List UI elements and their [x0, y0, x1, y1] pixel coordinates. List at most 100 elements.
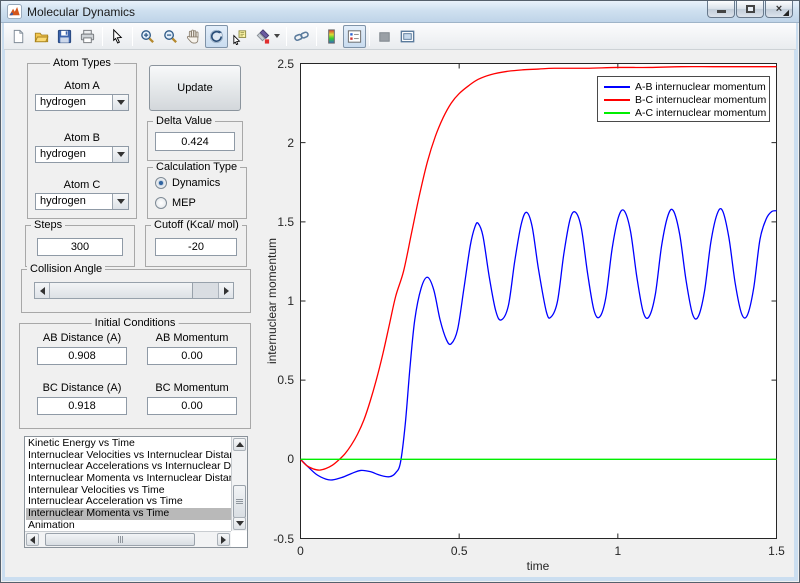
scroll-right-button[interactable] [217, 533, 230, 546]
toolbar-overflow-icon[interactable]: ◢ [783, 9, 789, 17]
axes-box [300, 63, 777, 539]
thumb-grip-icon [236, 499, 243, 504]
open-file-button[interactable] [30, 25, 53, 48]
open-folder-icon [34, 32, 49, 42]
list-item[interactable]: Internuclear Momenta vs Internuclear Dis… [26, 473, 231, 485]
window-frame-left [2, 23, 5, 581]
list-item[interactable]: Kinetic Energy vs Time [26, 438, 231, 450]
vertical-scrollbar[interactable] [231, 437, 247, 531]
list-item[interactable]: Internuclear Momenta vs Time [26, 508, 231, 520]
maximize-button[interactable] [736, 1, 764, 18]
print-button[interactable] [76, 25, 99, 48]
calculation-type-panel: Calculation Type [147, 161, 247, 219]
initial-conditions-title: Initial Conditions [91, 317, 179, 330]
app-window: Molecular Dynamics × ◢ Atom Types Atom A… [0, 0, 800, 583]
collision-angle-slider[interactable] [34, 282, 234, 299]
legend-label: B-C internuclear momentum [635, 93, 767, 106]
rotate-3d-button[interactable] [205, 24, 228, 48]
atom-b-label: Atom B [63, 132, 101, 144]
slider-thumb[interactable] [50, 283, 193, 298]
edit-plot-button[interactable] [106, 25, 129, 48]
y-tick-label: 1.5 [277, 214, 294, 229]
arrow-right-icon [221, 535, 226, 544]
cutoff-field[interactable]: -20 [155, 238, 237, 256]
y-tick-label: 0 [287, 452, 294, 467]
legend-icon [347, 29, 362, 43]
delta-value-field[interactable]: 0.424 [155, 132, 235, 151]
scroll-up-button[interactable] [233, 438, 246, 451]
insert-colorbar-button[interactable] [320, 25, 343, 48]
data-cursor-button[interactable] [228, 25, 251, 48]
atom-b-dropdown-button[interactable] [112, 147, 128, 162]
data-cursor-icon [233, 29, 247, 45]
slider-left-arrow[interactable] [35, 283, 50, 298]
horizontal-scrollbar[interactable] [25, 531, 231, 547]
scroll-left-button[interactable] [26, 533, 39, 546]
mep-radio[interactable] [155, 197, 167, 209]
legend-label: A-C internuclear momentum [635, 107, 767, 120]
dynamics-radio-label: Dynamics [172, 177, 221, 189]
show-plot-tools-dock-icon [400, 30, 415, 42]
minimize-icon [716, 10, 726, 13]
x-tick-label: 1 [614, 544, 622, 558]
list-item[interactable]: Internulear Velocities vs Time [26, 485, 231, 497]
pan-hand-icon [186, 29, 199, 44]
toolbar-separator [286, 26, 287, 46]
legend-line-sample [604, 112, 630, 115]
list-item[interactable]: Internuclear Acceleration vs Time [26, 496, 231, 508]
save-button[interactable] [53, 25, 76, 48]
list-item[interactable]: Animation [26, 520, 231, 531]
slider-right-arrow[interactable] [218, 283, 233, 298]
steps-title: Steps [31, 219, 66, 232]
legend[interactable]: A-B internuclear momentum B-C internuclea… [597, 76, 770, 122]
insert-legend-button[interactable] [343, 24, 366, 48]
brush-dropdown-caret-icon[interactable] [274, 34, 280, 38]
dynamics-radio[interactable] [155, 177, 167, 189]
arrow-up-icon [235, 442, 244, 447]
hide-plot-tools-button[interactable] [373, 25, 396, 48]
list-item[interactable]: Internuclear Velocities vs Internuclear … [26, 450, 231, 462]
pan-button[interactable] [182, 25, 205, 48]
atom-c-select[interactable]: hydrogen [35, 193, 129, 210]
colorbar-icon [328, 28, 335, 44]
y-tick-label: 0.5 [277, 373, 294, 388]
new-file-icon [13, 29, 24, 43]
link-plot-button[interactable] [290, 25, 313, 48]
bc-momentum-field[interactable]: 0.00 [147, 397, 237, 415]
bc-distance-label: BC Distance (A) [42, 382, 122, 394]
toolbar-separator [369, 26, 370, 46]
zoom-out-button[interactable] [159, 25, 182, 48]
scroll-down-button[interactable] [233, 517, 246, 530]
legend-entry: A-B internuclear momentum [604, 80, 769, 93]
atom-a-label: Atom A [64, 80, 100, 92]
bc-distance-field[interactable]: 0.918 [37, 397, 127, 415]
atom-a-select[interactable]: hydrogen [35, 94, 129, 111]
plot-selection-listbox[interactable]: Kinetic Energy vs Time Internuclear Veloc… [24, 436, 248, 548]
legend-label: A-B internuclear momentum [635, 80, 766, 93]
cutoff-title: Cutoff (Kcal/ mol) [151, 219, 242, 232]
arrow-left-icon [39, 286, 45, 295]
steps-field[interactable]: 300 [37, 238, 123, 256]
minimize-button[interactable] [707, 1, 735, 18]
atom-a-dropdown-button[interactable] [112, 95, 128, 110]
atom-c-dropdown-button[interactable] [112, 194, 128, 209]
window-title: Molecular Dynamics [27, 4, 136, 19]
brush-icon [256, 28, 270, 44]
ab-distance-field[interactable]: 0.908 [37, 347, 127, 365]
atom-b-select[interactable]: hydrogen [35, 146, 129, 163]
show-plot-tools-button[interactable] [396, 25, 419, 48]
update-button[interactable]: Update [149, 65, 241, 111]
legend-line-sample [604, 98, 630, 101]
matlab-app-icon [7, 4, 22, 19]
legend-line-sample [604, 85, 630, 88]
y-tick-label: -0.5 [273, 531, 294, 546]
vertical-scroll-thumb[interactable] [233, 485, 246, 518]
chevron-down-icon [116, 152, 125, 157]
new-file-button[interactable] [7, 25, 30, 48]
list-item[interactable]: Internuclear Accelerations vs Internucle… [26, 461, 231, 473]
title-bar[interactable]: Molecular Dynamics × [1, 1, 799, 23]
ab-momentum-field[interactable]: 0.00 [147, 347, 237, 365]
horizontal-scroll-thumb[interactable] [45, 533, 195, 546]
zoom-in-button[interactable] [136, 25, 159, 48]
brush-data-button[interactable] [251, 25, 274, 48]
